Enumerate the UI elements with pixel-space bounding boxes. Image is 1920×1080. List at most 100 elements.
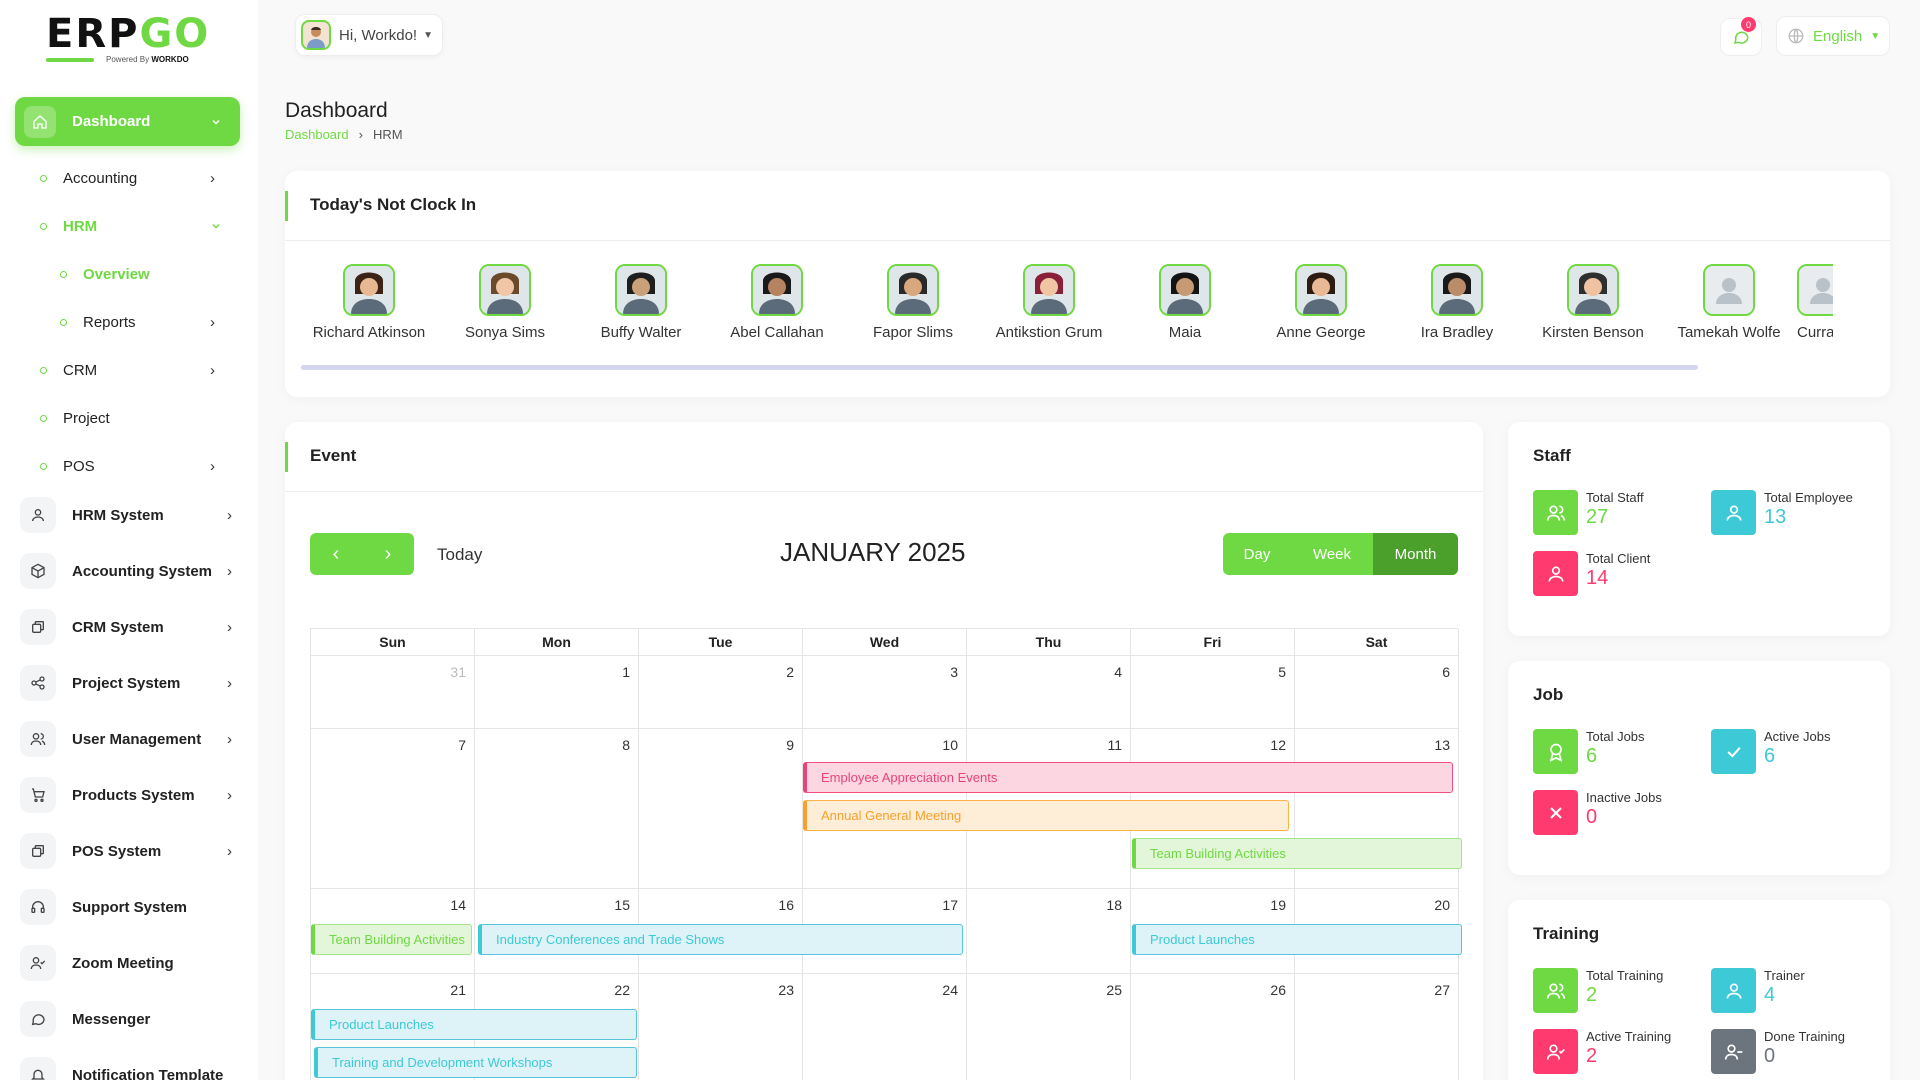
sidebar-item-support-system[interactable]: Support System (20, 887, 240, 927)
day-number: 7 (458, 737, 466, 753)
calendar-day-cell[interactable]: 7 (311, 729, 475, 889)
today-button[interactable]: Today (437, 545, 482, 565)
bullet-icon (40, 462, 47, 470)
calendar-day-cell[interactable]: 4 (967, 656, 1131, 729)
calendar-day-cell[interactable]: 18 (967, 889, 1131, 974)
sidebar-item-dashboard[interactable]: Dashboard (15, 97, 240, 146)
training-card: Training Total Training 2 Trainer 4 Active T… (1508, 900, 1890, 1080)
sidebar-item-crm-system[interactable]: CRM System › (20, 607, 240, 647)
language-label: English (1813, 27, 1863, 45)
sidebar-item-reports[interactable]: Reports › (60, 310, 230, 334)
next-month-button[interactable]: › (362, 533, 414, 575)
calendar-day-cell[interactable]: 9 (639, 729, 803, 889)
calendar-day-cell[interactable]: 24 (803, 974, 967, 1080)
employee-item[interactable]: Fapor Slims (845, 264, 981, 343)
sidebar-item-accounting[interactable]: Accounting › (40, 166, 230, 190)
stat-item: Trainer 4 (1711, 968, 1805, 1013)
sidebar-item-pos[interactable]: POS › (40, 454, 230, 478)
sidebar-item-hrm-system[interactable]: HRM System › (20, 495, 240, 535)
employee-item[interactable]: Tamekah Wolfe (1661, 264, 1797, 343)
calendar-day-cell[interactable]: 5 (1131, 656, 1295, 729)
sidebar-item-project[interactable]: Project (40, 406, 230, 430)
day-number: 21 (450, 982, 466, 998)
sidebar-item-label: Messenger (72, 1010, 151, 1028)
view-month-button[interactable]: Month (1373, 533, 1458, 575)
calendar-day-cell[interactable]: 27 (1295, 974, 1459, 1080)
employee-item[interactable]: Abel Callahan (709, 264, 845, 343)
day-number: 20 (1434, 897, 1450, 913)
sidebar-item-user-management[interactable]: User Management › (20, 719, 240, 759)
stat-label: Total Client (1586, 551, 1651, 566)
sidebar-item-accounting-system[interactable]: Accounting System › (20, 551, 240, 591)
prev-month-button[interactable]: ‹ (310, 533, 362, 575)
day-number: 22 (614, 982, 630, 998)
chevron-down-icon: ▼ (423, 29, 433, 41)
sidebar-item-messenger[interactable]: Messenger (20, 999, 240, 1039)
employee-item[interactable]: Sonya Sims (437, 264, 573, 343)
calendar-event[interactable]: Employee Appreciation Events (803, 762, 1453, 793)
calendar-day-cell[interactable]: 8 (475, 729, 639, 889)
layers-icon (20, 609, 56, 645)
horizontal-scrollbar[interactable] (301, 365, 1698, 370)
employee-item[interactable]: Curran F (1797, 264, 1833, 343)
calendar-event[interactable]: Product Launches (311, 1009, 637, 1040)
employee-item[interactable]: Ira Bradley (1389, 264, 1525, 343)
language-select[interactable]: English ▼ (1776, 16, 1890, 56)
card-title: Training (1533, 924, 1600, 943)
employee-name: Fapor Slims (872, 324, 954, 341)
avatar (751, 264, 803, 316)
calendar-day-cell[interactable]: 23 (639, 974, 803, 1080)
calendar-day-cell[interactable]: 2 (639, 656, 803, 729)
sidebar-item-project-system[interactable]: Project System › (20, 663, 240, 703)
employee-item[interactable]: Richard Atkinson (301, 264, 437, 343)
calendar-day-cell[interactable]: 1 (475, 656, 639, 729)
sidebar-item-hrm[interactable]: HRM (40, 214, 230, 238)
logo-powered-by: Powered By WORKDO (106, 55, 189, 64)
employee-item[interactable]: Anne George (1253, 264, 1389, 343)
calendar-day-cell[interactable]: 26 (1131, 974, 1295, 1080)
bullet-icon (40, 414, 47, 422)
employee-name: Antikstion Grum (995, 324, 1103, 341)
view-week-button[interactable]: Week (1291, 533, 1373, 575)
view-day-button[interactable]: Day (1223, 533, 1291, 575)
stat-value: 14 (1586, 567, 1609, 589)
calendar-event[interactable]: Team Building Activities (311, 924, 472, 955)
sidebar-item-label: Project (63, 409, 110, 427)
bullet-icon (40, 174, 47, 182)
employee-item[interactable]: Buffy Walter (573, 264, 709, 343)
user-menu-button[interactable]: Hi, Workdo! ▼ (295, 14, 443, 56)
bullet-icon (60, 318, 67, 326)
calendar-event[interactable]: Industry Conferences and Trade Shows (478, 924, 963, 955)
calendar-event[interactable]: Training and Development Workshops (314, 1047, 637, 1078)
sidebar-item-label: Overview (83, 265, 150, 283)
share-icon (20, 665, 56, 701)
calendar-event[interactable]: Team Building Activities (1132, 838, 1462, 869)
calendar-day-cell[interactable]: 3 (803, 656, 967, 729)
sidebar-item-notification-template[interactable]: Notification Template (20, 1055, 240, 1080)
employee-name: Buffy Walter (600, 324, 682, 341)
sidebar-item-products-system[interactable]: Products System › (20, 775, 240, 815)
app-logo[interactable]: ERPGO Powered By WORKDO (46, 12, 216, 68)
employee-item[interactable]: Maia (1117, 264, 1253, 343)
headphones-icon (20, 889, 56, 925)
day-number: 6 (1442, 664, 1450, 680)
sidebar: ERPGO Powered By WORKDO Dashboard Accoun… (0, 0, 258, 1080)
calendar-day-cell[interactable]: 25 (967, 974, 1131, 1080)
calendar-event[interactable]: Product Launches (1132, 924, 1462, 955)
breadcrumb-link-dashboard[interactable]: Dashboard (285, 127, 349, 142)
sidebar-item-crm[interactable]: CRM › (40, 358, 230, 382)
calendar-event[interactable]: Annual General Meeting (803, 800, 1289, 831)
chevron-right-icon: › (384, 542, 392, 565)
employee-name: Ira Bradley (1420, 324, 1494, 341)
sidebar-item-zoom-meeting[interactable]: Zoom Meeting (20, 943, 240, 983)
chevron-right-icon: › (227, 506, 232, 524)
greeting-text: Hi, Workdo! (339, 26, 418, 44)
calendar-day-cell[interactable]: 31 (311, 656, 475, 729)
user-icon (1711, 968, 1756, 1013)
employee-name: Sonya Sims (464, 324, 546, 341)
employee-item[interactable]: Kirsten Benson (1525, 264, 1661, 343)
sidebar-item-overview[interactable]: Overview (60, 262, 230, 286)
calendar-day-cell[interactable]: 6 (1295, 656, 1459, 729)
employee-item[interactable]: Antikstion Grum (981, 264, 1117, 343)
sidebar-item-pos-system[interactable]: POS System › (20, 831, 240, 871)
